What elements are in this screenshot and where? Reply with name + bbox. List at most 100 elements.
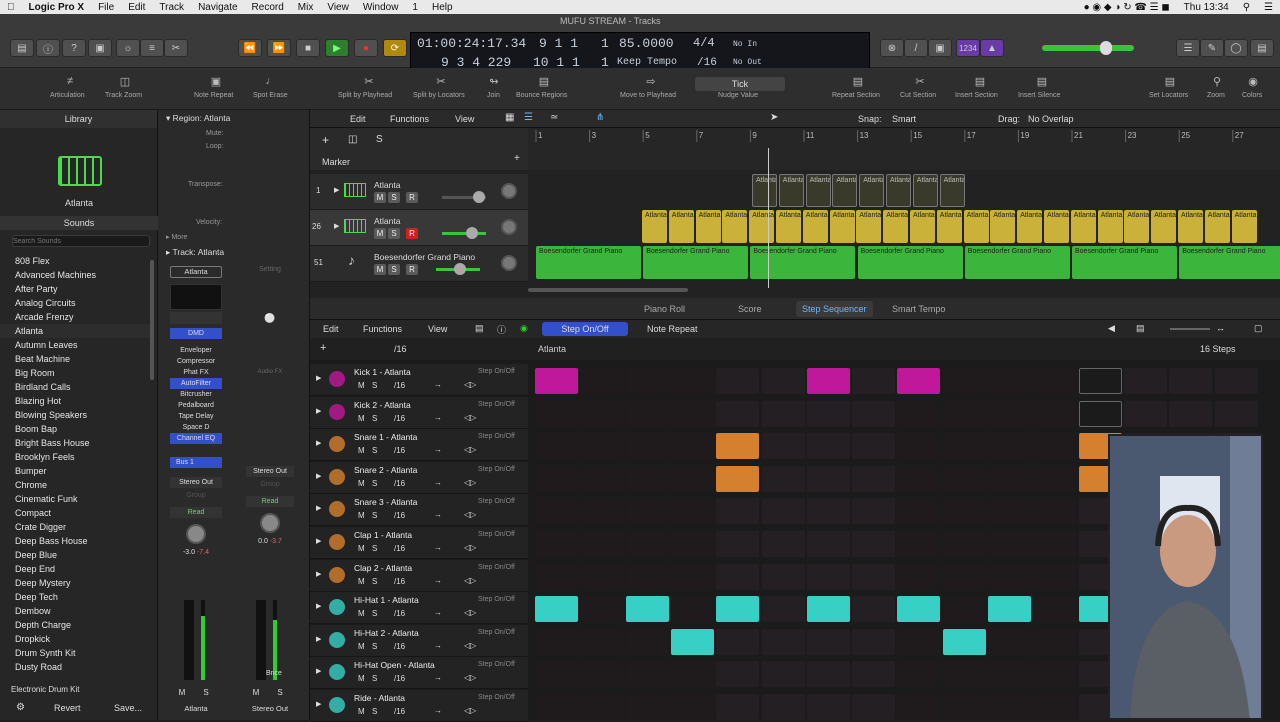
region-piano[interactable]: Boesendorfer Grand Piano (750, 246, 856, 279)
row-offset-icon[interactable]: → (434, 673, 442, 682)
region-atlanta[interactable]: Atlanta (1044, 210, 1069, 243)
menu-window[interactable]: Window (363, 2, 399, 13)
step-cell[interactable] (670, 596, 714, 623)
step-cell[interactable] (625, 400, 669, 427)
region-atlanta[interactable]: Atlanta (1017, 210, 1043, 243)
loop-browser-button[interactable]: ◯ (1224, 39, 1248, 57)
region-atlanta[interactable]: Atlanta (776, 210, 801, 243)
pan-knob[interactable] (501, 255, 517, 271)
step-cell[interactable] (988, 628, 1031, 655)
step-cell[interactable] (806, 694, 850, 720)
colors-icon[interactable]: ◉ (1245, 75, 1261, 89)
list-item[interactable]: Bright Bass House (0, 436, 152, 450)
row-name[interactable]: Clap 1 - Atlanta (354, 530, 412, 540)
expand-icon[interactable]: ↔ (1216, 323, 1225, 333)
articulation-icon[interactable]: ≠ (62, 75, 78, 89)
track-header-1[interactable]: 1 ▶ Atlanta M S R (310, 174, 528, 210)
nudge-selector[interactable]: Tick (695, 77, 785, 91)
region-piano[interactable]: Boesendorfer Grand Piano (1072, 246, 1177, 279)
send-slot[interactable]: Bus 1 (170, 457, 222, 468)
menu-view[interactable]: View (327, 2, 349, 13)
step-cell[interactable] (535, 433, 578, 460)
insert-silence-icon[interactable]: ▤ (1034, 75, 1050, 89)
region-atlanta[interactable]: Atlanta (1124, 210, 1150, 243)
volume-slider[interactable] (442, 232, 486, 235)
step-cell[interactable] (716, 465, 760, 492)
step-cell[interactable] (716, 368, 760, 394)
step-cell[interactable] (852, 465, 896, 492)
row-division[interactable]: /16 (394, 642, 405, 651)
disclosure-icon[interactable]: ▶ (316, 504, 321, 512)
row-name[interactable]: Ride - Atlanta (354, 693, 405, 703)
region-atlanta[interactable]: Atlanta (1231, 210, 1257, 243)
toolbar-cut-section[interactable]: Cut Section (900, 92, 936, 99)
region-atlanta-muted[interactable]: Atlanta (859, 174, 885, 207)
step-cell[interactable] (535, 400, 578, 427)
list-item[interactable]: After Party (0, 282, 152, 296)
row-mute[interactable]: M (358, 414, 365, 423)
toolbar-note-repeat[interactable]: Note Repeat (194, 92, 233, 99)
step-cell[interactable] (897, 400, 941, 427)
toolbar-track-zoom[interactable]: Track Zoom (105, 92, 142, 99)
step-cell[interactable] (716, 628, 760, 655)
solo-button[interactable]: S (274, 688, 286, 697)
disclosure-icon[interactable]: ▶ (316, 667, 321, 675)
list-item[interactable]: Chrome (0, 478, 152, 492)
disclosure-icon[interactable]: ▶ (316, 570, 321, 578)
toolbar-articulation[interactable]: Articulation (50, 92, 85, 99)
step-cell[interactable] (942, 368, 986, 394)
set-locators-icon[interactable]: ▤ (1162, 75, 1178, 89)
step-cell[interactable] (1033, 628, 1077, 655)
step-cell[interactable] (942, 596, 986, 623)
list-item[interactable]: Deep Tech (0, 590, 152, 604)
step-cell[interactable] (942, 661, 986, 688)
sequencer-row-header[interactable]: ▶ Snare 1 - Atlanta Step On/Off M S /16 … (310, 429, 528, 462)
step-cell[interactable] (580, 596, 624, 623)
step-cell[interactable] (716, 596, 760, 623)
mute-button[interactable]: M (374, 264, 386, 275)
step-cell[interactable] (852, 531, 896, 557)
step-cell[interactable] (761, 596, 805, 623)
step-cell[interactable] (942, 628, 986, 655)
toolbar-split-locators[interactable]: Split by Locators (413, 92, 465, 99)
step-cell[interactable] (988, 694, 1031, 720)
row-division[interactable]: /16 (394, 381, 405, 390)
step-cell[interactable] (852, 433, 896, 460)
row-mode[interactable]: Step On/Off (478, 564, 515, 571)
apple-icon[interactable]:  (7, 2, 15, 13)
step-cell[interactable] (1033, 661, 1077, 688)
track-name[interactable]: Atlanta (374, 180, 400, 190)
menu-navigate[interactable]: Navigate (198, 2, 237, 13)
row-offset-icon[interactable]: → (434, 413, 442, 422)
toolbar-move-to-playhead[interactable]: Move to Playhead (620, 92, 676, 99)
step-cell[interactable] (761, 531, 805, 557)
row-name[interactable]: Hi-Hat 1 - Atlanta (354, 595, 419, 605)
add-row-button[interactable]: + (320, 342, 326, 354)
browsers-button[interactable]: ▤ (1250, 39, 1274, 57)
step-cell[interactable] (580, 400, 624, 427)
mute-button[interactable]: M (250, 688, 262, 697)
list-item-selected[interactable]: Atlanta (0, 324, 152, 338)
group-slot[interactable]: Group (170, 492, 222, 503)
row-loop-icon[interactable]: ◁▷ (464, 576, 476, 585)
step-cell[interactable] (1033, 433, 1077, 460)
menu-list-icon[interactable]: ☰ (1264, 2, 1273, 13)
step-cell[interactable] (806, 433, 850, 460)
step-cell[interactable] (988, 400, 1031, 427)
move-to-playhead-icon[interactable]: ⇨ (643, 75, 659, 89)
disclosure-icon[interactable]: ▶ (316, 602, 321, 610)
step-cell[interactable] (1033, 531, 1077, 557)
zoom-icon[interactable]: ⚲ (1209, 75, 1225, 89)
output-slot[interactable]: Stereo Out (246, 466, 294, 477)
step-cell[interactable] (761, 694, 805, 720)
step-cell[interactable] (942, 694, 986, 720)
row-loop-icon[interactable]: ◁▷ (464, 510, 476, 519)
plugin-slot[interactable]: AutoFilter (170, 378, 222, 389)
row-mode[interactable]: Step On/Off (478, 661, 515, 668)
row-name[interactable]: Snare 2 - Atlanta (354, 465, 417, 475)
bounce-button[interactable]: Bnce (266, 670, 282, 677)
row-division[interactable]: /16 (394, 414, 405, 423)
library-button[interactable]: ▤ (10, 39, 34, 57)
menubar-clock[interactable]: Thu 13:34 (1184, 2, 1229, 13)
step-cell[interactable] (535, 596, 578, 623)
